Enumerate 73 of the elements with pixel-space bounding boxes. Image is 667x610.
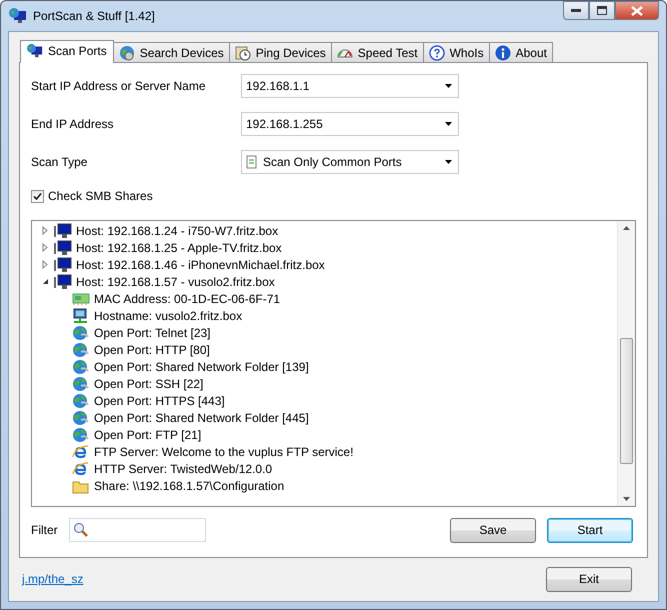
check-icon [33, 192, 42, 200]
maximize-button[interactable] [589, 1, 615, 20]
field-label: Start IP Address or Server Name [31, 79, 207, 93]
globe-icon [72, 410, 90, 426]
tree-item[interactable]: Host: 192.168.1.24 - i750-W7.fritz.box [76, 224, 278, 238]
field-label: End IP Address [31, 117, 114, 131]
dropdown[interactable]: Scan Only Common Ports [241, 150, 459, 174]
scrollbar[interactable] [617, 221, 635, 506]
monitor-icon [54, 240, 72, 256]
browser-icon [72, 460, 90, 476]
monitor-icon [54, 274, 72, 290]
link[interactable]: j.mp/the_sz [22, 572, 84, 586]
tree-item[interactable]: Open Port: SSH [22] [94, 376, 204, 390]
restore-icon [597, 6, 607, 15]
tree-item[interactable]: HTTP Server: TwistedWeb/12.0.0 [94, 462, 272, 476]
tab[interactable]: Ping Devices [228, 42, 332, 62]
caret-icon [445, 84, 452, 88]
tree-item[interactable]: Open Port: HTTP [80] [94, 342, 210, 356]
monitor-globe-icon [9, 7, 27, 25]
close-button[interactable] [615, 1, 659, 20]
minimize-button[interactable] [563, 1, 589, 20]
exit-button[interactable]: Exit [546, 566, 632, 592]
tree-item[interactable]: Host: 192.168.1.25 - Apple-TV.fritz.box [76, 240, 282, 254]
browser-icon [72, 444, 90, 460]
caret-icon [445, 160, 452, 164]
monitor-globe-icon [27, 43, 43, 59]
monitor-icon [54, 222, 72, 238]
tab[interactable]: Speed Test [330, 42, 424, 62]
globe-icon [118, 44, 135, 60]
expand-arrow-icon[interactable] [41, 260, 50, 269]
expand-arrow-icon[interactable] [41, 226, 50, 235]
tree-item[interactable]: Host: 192.168.1.46 - iPhonevnMichael.fritz.box [76, 258, 325, 272]
tree-item[interactable]: FTP Server: Welcome to the vuplus FTP service! [94, 444, 354, 458]
document-icon [246, 155, 258, 169]
tab[interactable]: Scan Ports [20, 40, 114, 63]
filter-field[interactable] [69, 518, 206, 542]
scroll-down-icon[interactable] [623, 497, 630, 501]
caret-icon [445, 122, 452, 126]
tab[interactable]: WhoIs [422, 42, 490, 62]
tab[interactable]: About [488, 42, 553, 62]
tree-item[interactable]: Open Port: HTTPS [443] [94, 394, 225, 408]
close-icon [631, 6, 643, 16]
filter-label: Filter [31, 523, 59, 537]
network-card-icon [72, 292, 90, 306]
globe-icon [72, 324, 90, 340]
push-button[interactable]: Start [547, 518, 633, 542]
globe-icon [72, 342, 90, 358]
collapse-arrow-icon[interactable] [41, 277, 50, 286]
window-title: PortScan & Stuff [1.42] [33, 9, 155, 23]
globe-icon [72, 358, 90, 374]
field-label: Scan Type [31, 155, 88, 169]
search-icon [73, 522, 89, 538]
scroll-up-icon[interactable] [623, 226, 630, 230]
globe-icon [72, 426, 90, 442]
push-button[interactable]: Save [450, 518, 536, 542]
tree-item[interactable]: Host: 192.168.1.57 - vusolo2.fritz.box [76, 274, 275, 288]
dropdown[interactable]: 192.168.1.255 [241, 112, 459, 136]
dropdown[interactable]: 192.168.1.1 [241, 74, 459, 98]
monitor-icon [54, 256, 72, 272]
tree-item[interactable]: Open Port: Telnet [23] [94, 326, 211, 340]
tree-item[interactable]: Hostname: vusolo2.fritz.box [94, 308, 242, 322]
tree-item[interactable]: Open Port: FTP [21] [94, 428, 202, 442]
minimize-icon [571, 8, 581, 12]
checkbox[interactable]: Check SMB Shares [31, 186, 636, 206]
tree-item[interactable]: Open Port: Shared Network Folder [445] [94, 410, 309, 424]
expand-arrow-icon[interactable] [41, 243, 50, 252]
tree-item[interactable]: Share: \\192.168.1.57\Configuration [94, 478, 284, 492]
globe-icon [72, 392, 90, 408]
globe-icon [72, 376, 90, 392]
tree-item[interactable]: Open Port: Shared Network Folder [139] [94, 360, 309, 374]
network-computer-icon [72, 308, 90, 324]
tab[interactable]: Search Devices [112, 42, 230, 62]
tree-item[interactable]: MAC Address: 00-1D-EC-06-6F-71 [94, 292, 280, 306]
